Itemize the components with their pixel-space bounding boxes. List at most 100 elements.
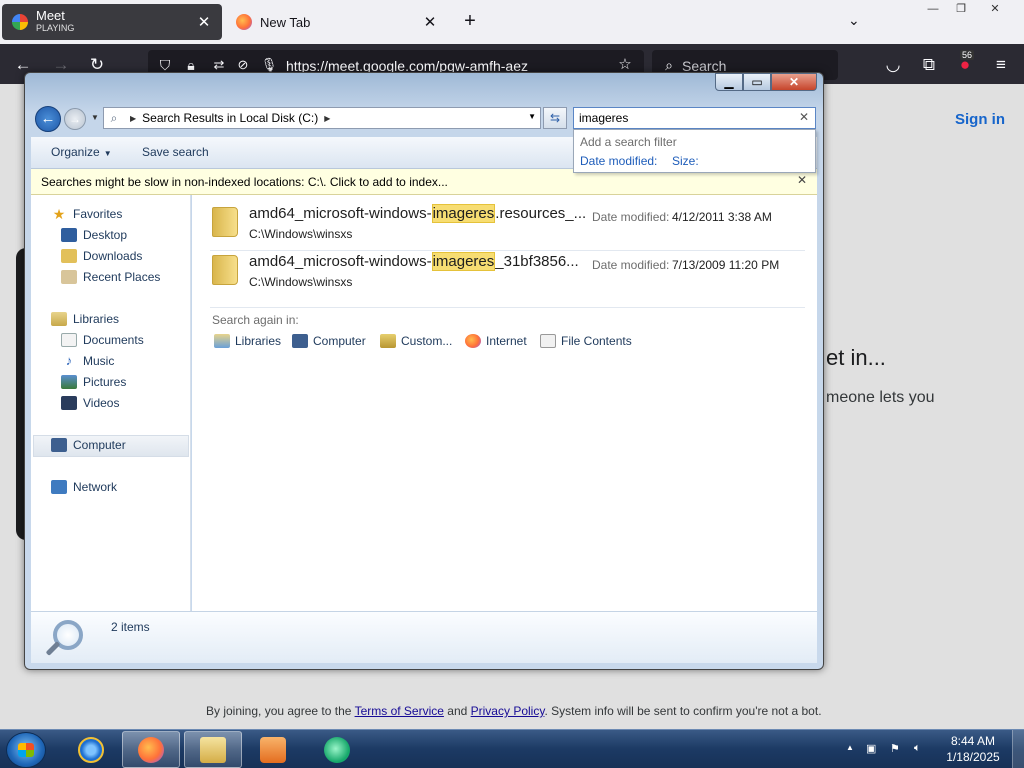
- search-box[interactable]: ✕: [573, 107, 816, 129]
- result-path: C:\Windows\winsxs: [249, 227, 353, 241]
- filter-date-modified[interactable]: Date modified:: [580, 154, 657, 168]
- item-count: 2 items: [111, 620, 150, 634]
- back-arrow-icon[interactable]: ←: [35, 106, 61, 132]
- nav-computer[interactable]: Computer: [51, 438, 126, 452]
- result-name[interactable]: amd64_microsoft-windows-imageres_31bf385…: [249, 252, 579, 271]
- taskbar-firefox[interactable]: [122, 731, 180, 768]
- chevron-down-icon[interactable]: ⌄: [848, 12, 860, 29]
- pocket-icon[interactable]: ◡: [882, 54, 904, 76]
- name-suffix: _31bf3856...: [495, 253, 579, 270]
- nav-music[interactable]: ♪ Music: [61, 354, 115, 369]
- result-name[interactable]: amd64_microsoft-windows-imageres.resourc…: [249, 204, 586, 223]
- search-filter-popup: Add a search filter Date modified: Size:: [573, 129, 816, 173]
- result-item[interactable]: amd64_microsoft-windows-imageres_31bf385…: [210, 249, 805, 295]
- minimize-button[interactable]: ▁: [715, 73, 743, 91]
- search-filter-title: Add a search filter: [580, 135, 677, 149]
- nav-libraries[interactable]: Libraries: [51, 312, 119, 326]
- breadcrumb-arrow-icon[interactable]: ▶: [324, 114, 330, 123]
- google-meet-icon: [12, 14, 28, 30]
- computer-icon: [51, 438, 67, 452]
- taskbar-media-player[interactable]: [244, 731, 302, 768]
- nav-label: Computer: [73, 438, 126, 452]
- close-tab-icon[interactable]: ✕: [422, 13, 438, 31]
- close-infobar-icon[interactable]: ✕: [797, 173, 807, 187]
- taskbar: ▲ ▣ ⚑ 🔈︎ 8:44 AM 1/18/2025: [0, 729, 1024, 768]
- new-tab-button[interactable]: +: [458, 10, 482, 34]
- forward-arrow-icon[interactable]: →: [64, 108, 86, 130]
- date-modified-label: Date modified:: [592, 210, 670, 224]
- tab-new-tab[interactable]: New Tab ✕: [226, 4, 448, 40]
- organize-button[interactable]: Organize ▼: [51, 145, 112, 159]
- search-again-file-contents[interactable]: File Contents: [540, 334, 632, 348]
- close-tab-icon[interactable]: ✕: [196, 13, 212, 31]
- filter-size[interactable]: Size:: [672, 154, 699, 168]
- start-button[interactable]: [6, 732, 46, 768]
- tab-text: Meet PLAYING: [36, 9, 196, 35]
- navigation-pane: ★ Favorites Desktop Downloads Recent Pla…: [31, 195, 191, 611]
- desktop-icon: [61, 228, 77, 242]
- action-center-flag-icon[interactable]: ⚑: [890, 742, 900, 755]
- maximize-button[interactable]: ▭: [743, 73, 771, 91]
- close-window-button[interactable]: ✕: [980, 0, 1010, 18]
- extensions-icon[interactable]: ⧉: [918, 54, 940, 76]
- clock-time: 8:44 AM: [950, 734, 996, 748]
- libraries-icon: [214, 334, 230, 348]
- search-again-custom[interactable]: Custom...: [380, 334, 452, 348]
- nav-downloads[interactable]: Downloads: [61, 249, 142, 263]
- infobar-text[interactable]: Searches might be slow in non-indexed lo…: [41, 175, 448, 189]
- close-button[interactable]: ✕: [771, 73, 817, 91]
- nav-favorites[interactable]: ★ Favorites: [51, 207, 123, 221]
- nav-pictures[interactable]: Pictures: [61, 375, 126, 389]
- result-path: C:\Windows\winsxs: [249, 275, 353, 289]
- search-again-label-text: Custom...: [401, 334, 453, 348]
- nav-videos[interactable]: Videos: [61, 396, 119, 410]
- search-input[interactable]: [579, 111, 789, 125]
- explorer-window: ▁ ▭ ✕ ← → ▼ ⌕ ▶ Search Results in Local …: [24, 72, 824, 670]
- firefox-icon: [138, 736, 164, 763]
- folder-icon: [212, 255, 238, 285]
- downloads-icon: [61, 249, 77, 263]
- search-again-computer[interactable]: Computer: [292, 334, 366, 348]
- refresh-button[interactable]: ⇆: [543, 107, 567, 129]
- address-dropdown-icon[interactable]: ▼: [528, 112, 536, 121]
- show-hidden-icons[interactable]: ▲: [846, 743, 854, 752]
- volume-icon[interactable]: 🔈︎: [914, 742, 921, 755]
- nav-label: Recent Places: [83, 270, 161, 284]
- restore-window-button[interactable]: ❐: [946, 0, 976, 18]
- search-again-internet[interactable]: Internet: [465, 334, 527, 348]
- clear-search-icon[interactable]: ✕: [799, 110, 809, 124]
- nav-label: Pictures: [83, 375, 127, 389]
- search-match-highlight: imageres: [431, 204, 496, 223]
- search-again-libraries[interactable]: Libraries: [214, 334, 281, 348]
- search-again-label-text: File Contents: [561, 334, 632, 348]
- tab-playing-label: PLAYING: [36, 23, 75, 33]
- folder-icon: [212, 207, 238, 237]
- clock[interactable]: 8:44 AM 1/18/2025: [940, 733, 1006, 765]
- taskbar-app[interactable]: [308, 731, 366, 768]
- tab-meet[interactable]: Meet PLAYING ✕: [2, 4, 222, 40]
- nav-network[interactable]: Network: [51, 480, 117, 494]
- address-text[interactable]: Search Results in Local Disk (C:): [142, 111, 318, 125]
- save-search-button[interactable]: Save search: [142, 145, 209, 159]
- nav-recent-places[interactable]: Recent Places: [61, 270, 160, 284]
- network-tray-icon[interactable]: ▣: [866, 742, 876, 755]
- file-contents-icon: [540, 334, 556, 348]
- libraries-icon: [51, 312, 67, 326]
- nav-documents[interactable]: Documents: [61, 333, 144, 347]
- recent-pages-dropdown[interactable]: ▼: [91, 113, 99, 122]
- show-desktop-button[interactable]: [1012, 730, 1024, 768]
- taskbar-internet-explorer[interactable]: [62, 731, 120, 768]
- address-bar[interactable]: ⌕ ▶ Search Results in Local Disk (C:) ▶ …: [103, 107, 541, 129]
- breadcrumb-arrow-icon[interactable]: ▶: [130, 114, 136, 123]
- result-item[interactable]: amd64_microsoft-windows-imageres.resourc…: [210, 201, 805, 247]
- minimize-window-button[interactable]: —: [918, 0, 948, 18]
- taskbar-file-explorer[interactable]: [184, 731, 242, 768]
- clock-date: 1/18/2025: [946, 750, 1000, 764]
- name-prefix: amd64_microsoft-windows-: [249, 253, 432, 270]
- menu-icon[interactable]: ≡: [990, 54, 1012, 76]
- nav-desktop[interactable]: Desktop: [61, 228, 127, 242]
- nav-label: Desktop: [83, 228, 128, 242]
- search-again-label: Search again in:: [212, 313, 299, 327]
- folder-icon: [200, 736, 226, 763]
- nav-label: Music: [83, 354, 115, 368]
